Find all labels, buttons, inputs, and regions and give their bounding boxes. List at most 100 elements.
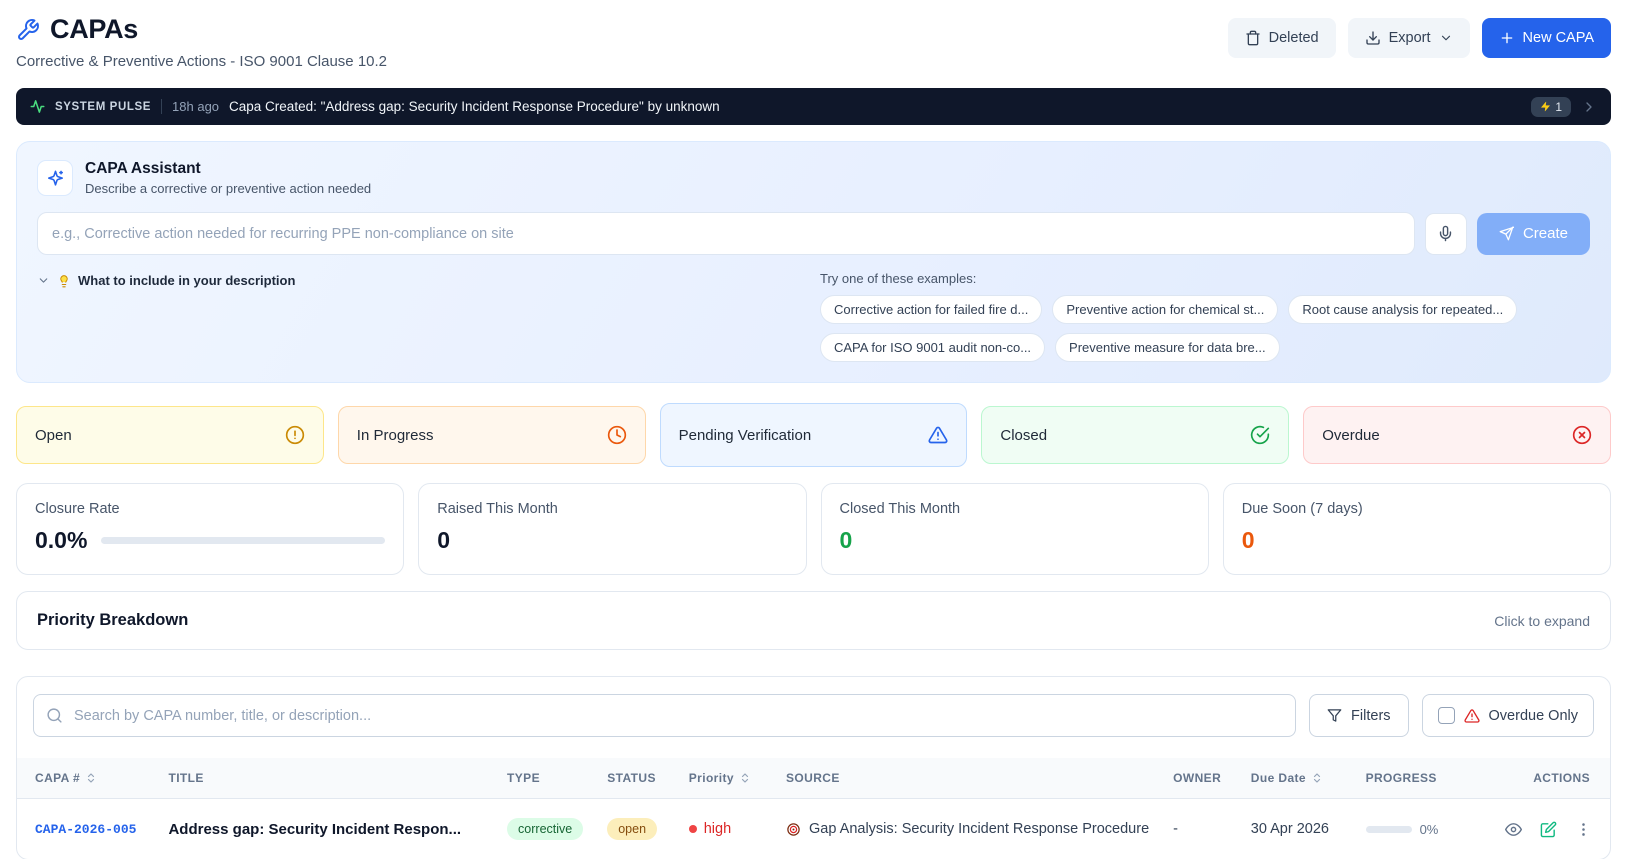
description-help-label: What to include in your description <box>78 273 296 288</box>
sort-icon <box>85 772 97 784</box>
priority-label: high <box>703 821 732 837</box>
x-circle-icon <box>1572 425 1592 445</box>
send-icon <box>1499 226 1514 241</box>
status-card-overdue[interactable]: Overdue <box>1303 406 1611 464</box>
stat-label: Closed This Month <box>839 501 961 517</box>
status-card-open[interactable]: Open <box>16 406 324 464</box>
activity-icon <box>30 99 45 114</box>
status-cell: open <box>595 798 677 859</box>
filters-button[interactable]: Filters <box>1309 694 1409 737</box>
chevron-down-icon <box>37 274 50 287</box>
example-chip[interactable]: Preventive measure for data bre... <box>1055 333 1280 362</box>
deleted-button-label: Deleted <box>1268 30 1319 46</box>
alert-triangle-icon <box>928 425 948 445</box>
header-actions: Deleted Export New CAPA <box>1227 18 1611 58</box>
progress-value: 0% <box>1419 821 1439 837</box>
assistant-title: CAPA Assistant <box>85 160 201 177</box>
header-left: CAPAs Corrective & Preventive Actions - … <box>16 14 387 70</box>
table-toolbar: Filters Overdue Only <box>17 677 1610 758</box>
status-badge: open <box>607 818 658 840</box>
capa-assistant-panel: CAPA Assistant Describe a corrective or … <box>16 141 1611 383</box>
page-subtitle: Corrective & Preventive Actions - ISO 90… <box>16 53 388 70</box>
kpi-cards: Closure Rate 0.0% Raised This Month 0 Cl… <box>16 483 1611 575</box>
status-card-closed[interactable]: Closed <box>981 406 1290 464</box>
closed-this-month-card: Closed This Month 0 <box>820 483 1209 575</box>
table-row[interactable]: CAPA-2026-005 Address gap: Security Inci… <box>17 798 1610 859</box>
capa-number-cell: CAPA-2026-005 <box>17 798 157 859</box>
closure-rate-value: 0.0% <box>35 527 88 553</box>
example-chip[interactable]: Root cause analysis for repeated... <box>1288 295 1518 324</box>
assistant-input[interactable] <box>37 212 1415 255</box>
check-circle-icon <box>1250 425 1270 445</box>
download-icon <box>1365 30 1381 46</box>
edit-button[interactable] <box>1538 819 1559 840</box>
examples-label: Try one of these examples: <box>820 271 977 286</box>
view-button[interactable] <box>1503 819 1524 840</box>
export-button-label: Export <box>1388 30 1431 46</box>
status-card-pending-verification[interactable]: Pending Verification <box>659 403 968 467</box>
priority-cell: high <box>676 798 775 859</box>
type-cell: corrective <box>495 798 596 859</box>
progress-cell: 0% <box>1353 798 1491 859</box>
system-pulse-bar[interactable]: SYSTEM PULSE 18h ago Capa Created: "Addr… <box>16 88 1611 125</box>
pulse-event-count-badge: 1 <box>1531 96 1571 117</box>
due-soon-value: 0 <box>1241 527 1255 553</box>
more-actions-button[interactable] <box>1573 819 1594 840</box>
table-header-row: CAPA # TITLE TYPE STATUS Priority SOURCE… <box>17 758 1610 799</box>
capa-number-link[interactable]: CAPA-2026-005 <box>35 822 136 837</box>
deleted-button[interactable]: Deleted <box>1227 18 1336 58</box>
export-button[interactable]: Export <box>1347 18 1470 58</box>
column-header-capa-number[interactable]: CAPA # <box>17 758 157 799</box>
owner-value: - <box>1173 821 1178 837</box>
column-header-type: TYPE <box>495 758 596 799</box>
example-chip[interactable]: Corrective action for failed fire d... <box>820 295 1043 324</box>
capa-page: CAPAs Corrective & Preventive Actions - … <box>0 0 1627 859</box>
progress-bar <box>1365 825 1412 833</box>
example-chip[interactable]: Preventive action for chemical st... <box>1052 295 1279 324</box>
closure-rate-progressbar <box>101 537 386 544</box>
priority-breakdown-title: Priority Breakdown <box>37 611 189 629</box>
column-header-status: STATUS <box>595 758 677 799</box>
example-chip[interactable]: CAPA for ISO 9001 audit non-co... <box>820 333 1046 362</box>
divider <box>161 99 163 114</box>
search-input[interactable] <box>33 694 1297 737</box>
pulse-timestamp: 18h ago <box>172 99 220 114</box>
stat-label: Closure Rate <box>35 501 120 517</box>
capa-table: CAPA # TITLE TYPE STATUS Priority SOURCE… <box>17 758 1610 859</box>
raised-this-month-card: Raised This Month 0 <box>418 483 807 575</box>
overdue-only-toggle[interactable]: Overdue Only <box>1421 694 1594 737</box>
closure-rate-card: Closure Rate 0.0% <box>16 483 405 575</box>
status-filter-cards: Open In Progress Pending Verification Cl… <box>16 403 1611 467</box>
column-header-title: TITLE <box>156 758 496 799</box>
page-title: CAPAs <box>50 14 139 44</box>
column-header-priority[interactable]: Priority <box>676 758 775 799</box>
column-header-due-date[interactable]: Due Date <box>1238 758 1354 799</box>
create-button[interactable]: Create <box>1476 212 1590 255</box>
trash-icon <box>1245 30 1261 46</box>
priority-breakdown-panel[interactable]: Priority Breakdown Click to expand <box>16 591 1611 650</box>
due-soon-card: Due Soon (7 days) 0 <box>1222 483 1611 575</box>
mic-button[interactable] <box>1424 212 1467 255</box>
status-card-label: In Progress <box>356 426 434 444</box>
closed-this-month-value: 0 <box>839 527 853 553</box>
source-label: Gap Analysis: Security Incident Response… <box>809 821 1150 837</box>
column-header-progress: PROGRESS <box>1353 758 1491 799</box>
search-field <box>33 694 1297 737</box>
overdue-only-checkbox[interactable] <box>1437 707 1455 724</box>
status-card-in-progress[interactable]: In Progress <box>337 406 646 464</box>
actions-cell <box>1491 798 1610 859</box>
stat-label: Due Soon (7 days) <box>1241 501 1363 517</box>
chevron-down-icon <box>1439 31 1453 45</box>
due-date-value: 30 Apr 2026 <box>1250 821 1329 837</box>
chevron-right-icon[interactable] <box>1581 99 1597 115</box>
filters-button-label: Filters <box>1351 707 1391 724</box>
create-button-label: Create <box>1522 225 1568 242</box>
priority-breakdown-hint: Click to expand <box>1494 612 1590 629</box>
raised-this-month-value: 0 <box>437 527 451 553</box>
plus-icon <box>1499 30 1515 46</box>
assistant-subtitle: Describe a corrective or preventive acti… <box>85 181 372 196</box>
description-help-toggle[interactable]: What to include in your description <box>37 271 295 288</box>
sort-icon <box>739 772 751 784</box>
new-capa-button[interactable]: New CAPA <box>1481 18 1611 58</box>
status-card-label: Pending Verification <box>678 426 812 444</box>
